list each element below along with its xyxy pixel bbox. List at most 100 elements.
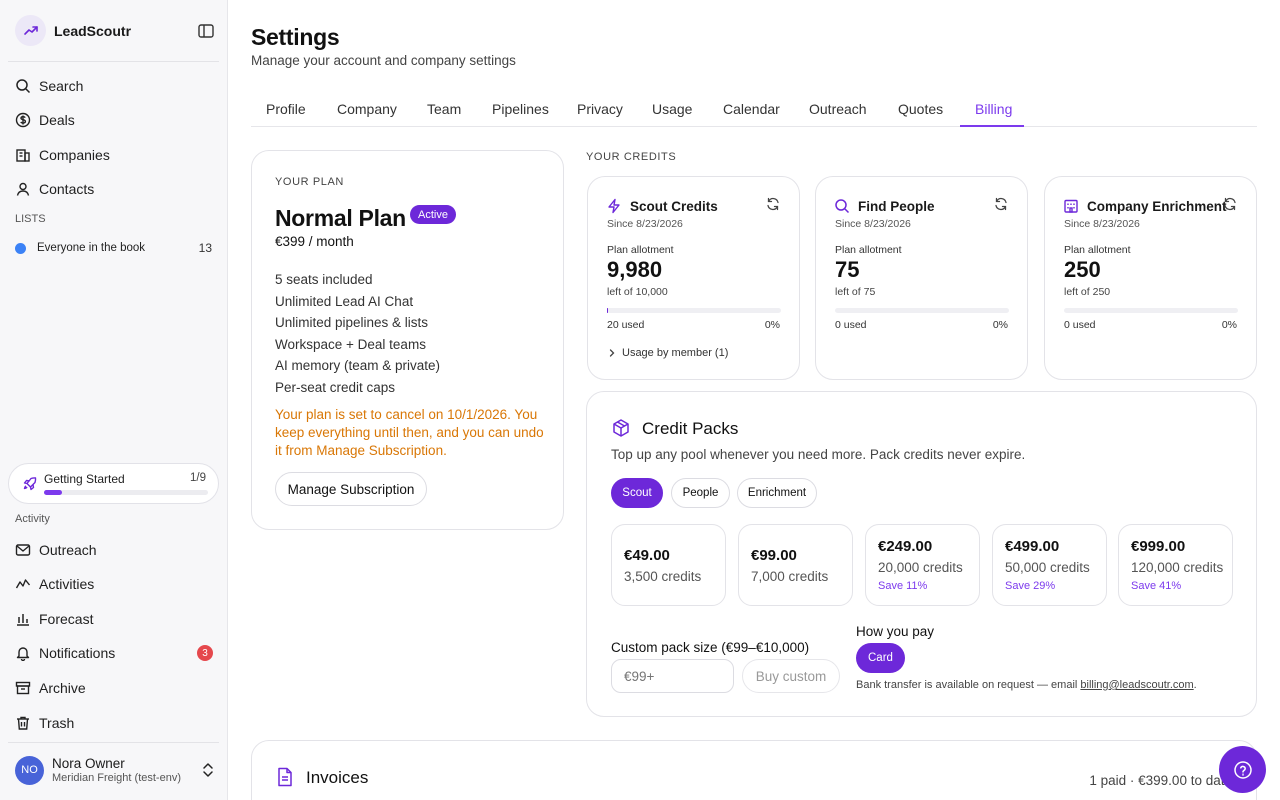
payment-method-label: How you pay — [856, 624, 935, 639]
bank-transfer-note: Bank transfer is available on request — … — [856, 679, 1197, 691]
pack-price: €999.00 — [1131, 538, 1186, 555]
pack-segment-people[interactable]: People — [671, 478, 730, 508]
billing-email-link[interactable]: billing@leadscoutr.com — [1080, 679, 1193, 691]
pack-price: €49.00 — [624, 547, 670, 564]
page-subtitle: Manage your account and company settings — [251, 53, 516, 68]
bolt-icon — [606, 198, 622, 214]
credit-title: Find People — [858, 199, 935, 214]
tab-billing[interactable]: Billing — [975, 101, 1012, 117]
credit-pack-option[interactable]: €49.00 3,500 credits — [611, 524, 726, 606]
help-icon — [1233, 760, 1253, 780]
buy-custom-button[interactable]: Buy custom — [742, 659, 840, 693]
list-color-dot — [15, 242, 26, 254]
tab-outreach[interactable]: Outreach — [809, 101, 867, 117]
credit-since: Since 8/23/2026 — [607, 218, 683, 230]
pack-credits: 120,000 credits — [1131, 560, 1224, 575]
tab-company[interactable]: Company — [337, 101, 397, 117]
credit-used: 0 used — [1064, 319, 1096, 331]
credit-allotment-label: Plan allotment — [835, 244, 902, 256]
pack-price: €249.00 — [878, 538, 933, 555]
tab-team[interactable]: Team — [427, 101, 461, 117]
tab-quotes[interactable]: Quotes — [898, 101, 943, 117]
sidebar-item-label: Contacts — [39, 181, 95, 197]
settings-tabs: Profile Company Team Pipelines Privacy U… — [251, 96, 1257, 127]
credit-percent: 0% — [992, 319, 1008, 331]
pack-savings: Save 11% — [878, 580, 928, 592]
search-icon — [834, 198, 850, 214]
credit-percent: 0% — [1221, 319, 1237, 331]
file-text-icon — [276, 767, 294, 787]
custom-pack-input[interactable] — [611, 659, 734, 693]
bar-chart-icon — [15, 611, 31, 627]
credit-pack-option[interactable]: €499.00 50,000 credits Save 29% — [992, 524, 1107, 606]
cancel-warning: Your plan is set to cancel on 10/1/2026.… — [275, 407, 544, 458]
credit-progress — [607, 308, 781, 313]
invoices-card: Invoices 1 paid · €399.00 to date — [251, 740, 1257, 800]
tab-profile[interactable]: Profile — [266, 101, 306, 117]
plan-price: €399 / month — [275, 234, 354, 249]
credit-allotment-label: Plan allotment — [1064, 244, 1131, 256]
tab-usage[interactable]: Usage — [652, 101, 692, 117]
sidebar-item-label: Companies — [39, 147, 110, 163]
manage-subscription-button[interactable]: Manage Subscription — [275, 472, 427, 506]
sidebar-divider — [8, 742, 219, 743]
pack-credits: 7,000 credits — [751, 569, 829, 584]
sidebar-toggle-icon[interactable] — [197, 22, 215, 40]
brand[interactable]: LeadScoutr — [15, 15, 131, 46]
sidebar-item-deals[interactable]: Deals — [15, 108, 215, 132]
sidebar-item-outreach[interactable]: Outreach — [15, 538, 215, 562]
list-item-count: 13 — [198, 241, 212, 255]
credit-packs-card: Credit Packs Top up any pool whenever yo… — [586, 391, 1257, 717]
getting-started-progress — [44, 490, 208, 495]
credit-since: Since 8/23/2026 — [835, 218, 911, 230]
sidebar-item-search[interactable]: Search — [15, 74, 215, 98]
sidebar-item-archive[interactable]: Archive — [15, 676, 215, 700]
trend-up-icon — [15, 15, 46, 46]
bank-transfer-note-end: . — [1193, 679, 1197, 691]
credit-pack-option[interactable]: €999.00 120,000 credits Save 41% — [1118, 524, 1233, 606]
credit-left-of: left of 250 — [1064, 286, 1111, 298]
chevron-right-icon — [608, 348, 616, 358]
sidebar-item-forecast[interactable]: Forecast — [15, 607, 215, 631]
help-button[interactable] — [1219, 746, 1266, 793]
tab-privacy[interactable]: Privacy — [577, 101, 623, 117]
usage-by-member-toggle[interactable]: Usage by member (1) — [608, 347, 728, 359]
sidebar-item-trash[interactable]: Trash — [15, 711, 215, 735]
tab-pipelines[interactable]: Pipelines — [492, 101, 549, 117]
sidebar-item-label: Activities — [39, 576, 95, 592]
pack-segment-scout[interactable]: Scout — [611, 478, 663, 508]
credit-left-of: left of 10,000 — [607, 286, 668, 298]
sidebar-item-notifications[interactable]: Notifications 3 — [15, 641, 215, 665]
sidebar-item-activities[interactable]: Activities — [15, 572, 215, 596]
custom-pack-label: Custom pack size (€99–€10,000) — [611, 640, 810, 655]
sidebar: LeadScoutr Search Deals Companies Contac… — [0, 0, 228, 800]
status-badge: Active — [410, 205, 456, 224]
payment-method-card[interactable]: Card — [856, 643, 905, 673]
sidebar-item-label: Search — [39, 78, 84, 94]
refresh-icon[interactable] — [994, 197, 1008, 211]
plan-features: 5 seats included Unlimited Lead AI Chat … — [275, 272, 440, 401]
plan-feature: Per-seat credit caps — [275, 379, 396, 395]
credit-pack-option[interactable]: €249.00 20,000 credits Save 11% — [865, 524, 980, 606]
plan-name: Normal Plan — [275, 205, 406, 231]
invoices-summary: 1 paid · €399.00 to date — [1089, 773, 1232, 788]
pack-segment-enrichment[interactable]: Enrichment — [737, 478, 817, 508]
sidebar-item-contacts[interactable]: Contacts — [15, 177, 215, 201]
refresh-icon[interactable] — [1223, 197, 1237, 211]
page-title: Settings — [251, 24, 340, 50]
sidebar-item-companies[interactable]: Companies — [15, 143, 215, 167]
plan-feature: Unlimited Lead AI Chat — [275, 293, 414, 309]
getting-started-card[interactable]: Getting Started 1/9 — [8, 463, 219, 504]
sidebar-item-label: Trash — [39, 715, 75, 731]
credit-percent: 0% — [764, 319, 780, 331]
list-item[interactable]: Everyone in the book 13 — [15, 239, 212, 257]
getting-started-progress-fill — [44, 490, 63, 495]
tab-calendar[interactable]: Calendar — [723, 101, 780, 117]
rocket-icon — [22, 476, 38, 492]
building-icon — [15, 147, 31, 163]
credit-remaining: 75 — [835, 257, 860, 282]
user-menu[interactable]: NO Nora Owner Meridian Freight (test-env… — [15, 754, 215, 786]
credit-pack-option[interactable]: €99.00 7,000 credits — [738, 524, 853, 606]
refresh-icon[interactable] — [766, 197, 780, 211]
bell-icon — [15, 645, 31, 661]
